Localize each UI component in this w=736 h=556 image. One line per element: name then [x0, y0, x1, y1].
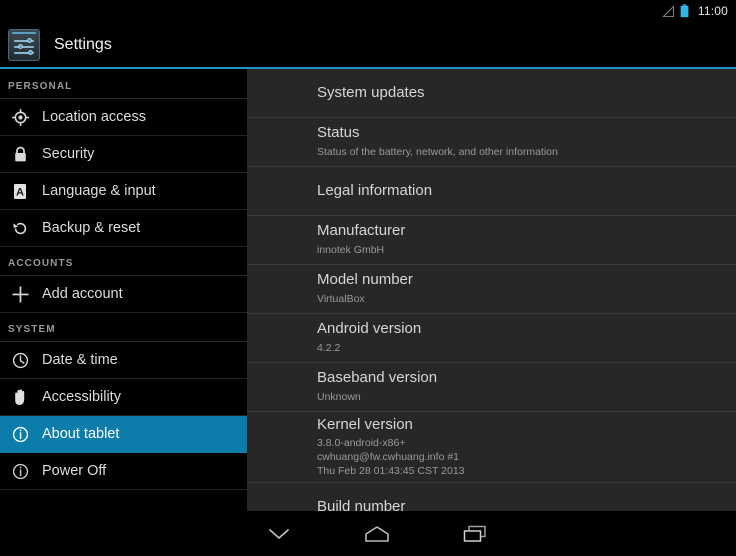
sidebar-item-date-time[interactable]: Date & time: [0, 342, 247, 379]
clock-icon: [8, 352, 32, 369]
app-title: Settings: [54, 36, 112, 53]
pref-title: Legal information: [317, 182, 433, 200]
status-bar: 11:00: [0, 0, 736, 22]
sidebar-item-language-input[interactable]: A Language & input: [0, 173, 247, 210]
pref-row-manufacturer[interactable]: Manufacturer innotek GmbH: [247, 216, 736, 265]
signal-triangle-icon: [662, 4, 674, 17]
sidebar-item-add-account[interactable]: Add account: [0, 276, 247, 313]
about-tablet-list[interactable]: System updates Status Status of the batt…: [247, 69, 736, 511]
pref-title: Manufacturer: [317, 222, 406, 240]
restore-circle-arrow-icon: [8, 220, 32, 237]
status-bar-clock: 11:00: [697, 4, 728, 18]
lock-icon: [8, 146, 32, 163]
pref-subtitle: Status of the battery, network, and othe…: [317, 145, 558, 158]
home-icon: [365, 525, 389, 542]
pref-title: System updates: [317, 84, 425, 102]
pref-title: Android version: [317, 320, 422, 338]
sidebar-item-power-off[interactable]: Power Off: [0, 453, 247, 490]
pref-subtitle: 4.2.2: [317, 341, 341, 354]
pref-subtitle: VirtualBox: [317, 292, 365, 305]
pref-subtitle: innotek GmbH: [317, 243, 385, 256]
pref-row-build-number[interactable]: Build number: [247, 483, 736, 511]
letter-a-box-icon: A: [8, 183, 32, 200]
sidebar-item-label: Backup & reset: [42, 219, 141, 236]
settings-sidebar[interactable]: PERSONAL Location access Security A Lang…: [0, 69, 247, 511]
sidebar-item-security[interactable]: Security: [0, 136, 247, 173]
battery-icon: [680, 4, 689, 18]
content-area: PERSONAL Location access Security A Lang…: [0, 69, 736, 511]
pref-row-status[interactable]: Status Status of the battery, network, a…: [247, 118, 736, 167]
hand-icon: [8, 388, 32, 406]
pref-subtitle: 3.8.0-android-x86+ cwhuang@fw.cwhuang.in…: [317, 436, 465, 477]
pref-title: Status: [317, 124, 360, 142]
pref-row-system-updates[interactable]: System updates: [247, 69, 736, 118]
location-crosshair-icon: [8, 108, 32, 126]
pref-title: Model number: [317, 271, 413, 289]
sidebar-item-label: Location access: [42, 108, 146, 125]
sidebar-section-accounts: ACCOUNTS: [0, 247, 247, 276]
sidebar-section-personal: PERSONAL: [0, 70, 247, 99]
pref-row-model-number[interactable]: Model number VirtualBox: [247, 265, 736, 314]
nav-back-button[interactable]: [230, 511, 328, 556]
plus-icon: [8, 285, 32, 304]
pref-row-baseband-version[interactable]: Baseband version Unknown: [247, 363, 736, 412]
action-bar: Settings: [0, 22, 736, 68]
pref-title: Baseband version: [317, 369, 438, 387]
sidebar-item-backup-reset[interactable]: Backup & reset: [0, 210, 247, 247]
sidebar-item-location-access[interactable]: Location access: [0, 99, 247, 136]
sidebar-item-accessibility[interactable]: Accessibility: [0, 379, 247, 416]
sidebar-item-label: Add account: [42, 285, 123, 302]
sidebar-item-label: Power Off: [42, 462, 107, 479]
pref-subtitle: Unknown: [317, 390, 361, 403]
status-bar-icons: 11:00: [662, 4, 728, 18]
sidebar-item-label: Language & input: [42, 182, 156, 199]
system-navigation-bar: [0, 511, 736, 556]
pref-row-legal-information[interactable]: Legal information: [247, 167, 736, 216]
pref-row-android-version[interactable]: Android version 4.2.2: [247, 314, 736, 363]
android-settings-screen: 11:00 Settings PERSONAL Location access …: [0, 0, 736, 556]
power-info-circle-icon: [8, 463, 32, 480]
sidebar-section-system: SYSTEM: [0, 313, 247, 342]
pref-title: Kernel version: [317, 415, 413, 433]
nav-recents-button[interactable]: [426, 511, 524, 556]
nav-home-button[interactable]: [328, 511, 426, 556]
recents-stacked-rectangles-icon: [463, 525, 486, 542]
info-circle-icon: [8, 426, 32, 443]
sidebar-item-label: Security: [42, 145, 95, 162]
sidebar-item-about-tablet[interactable]: About tablet: [0, 416, 247, 453]
sidebar-item-label: Date & time: [42, 351, 118, 368]
settings-sliders-icon[interactable]: [8, 29, 40, 61]
pref-row-kernel-version[interactable]: Kernel version 3.8.0-android-x86+ cwhuan…: [247, 412, 736, 483]
svg-text:A: A: [16, 186, 24, 198]
sidebar-item-label: About tablet: [42, 425, 120, 442]
pref-title: Build number: [317, 498, 406, 511]
sidebar-item-label: Accessibility: [42, 388, 121, 405]
chevron-down-icon: [269, 528, 289, 539]
